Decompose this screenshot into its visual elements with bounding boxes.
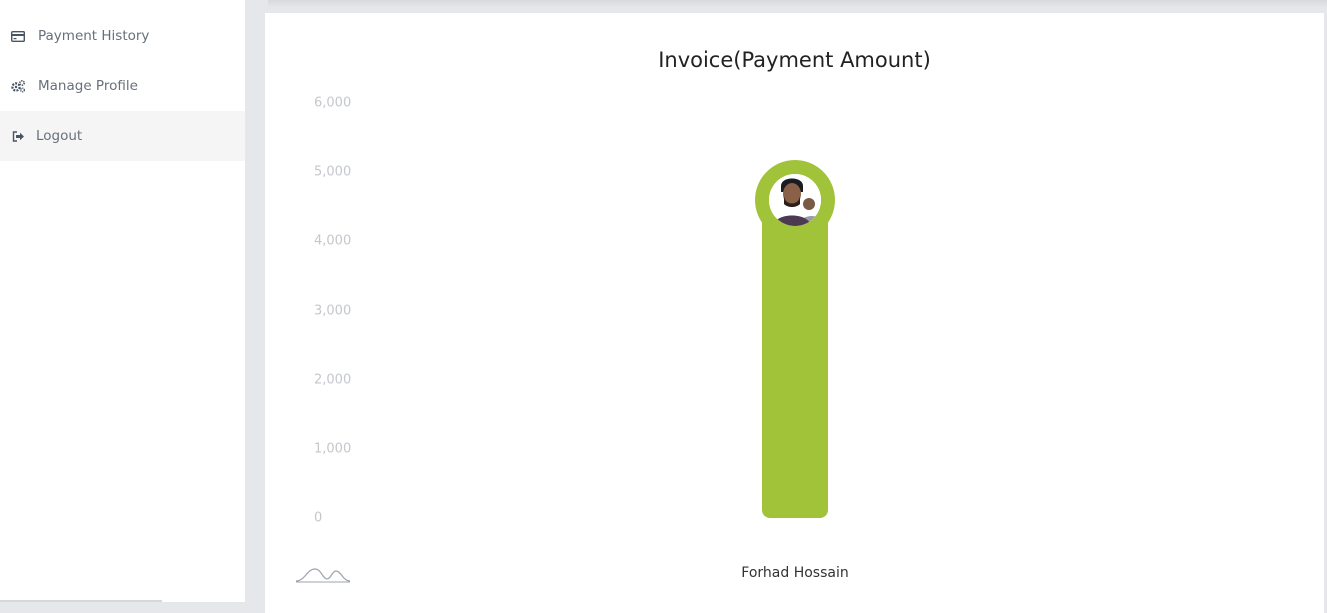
top-card-strip: [268, 0, 1327, 8]
x-tick-label: Forhad Hossain: [741, 565, 849, 581]
chart-title: Invoice(Payment Amount): [658, 48, 931, 72]
sidebar-item-payment-history[interactable]: Payment History: [0, 11, 245, 61]
sidebar-item-label: Logout: [36, 128, 83, 144]
chart-bar[interactable]: [762, 217, 828, 518]
bar-avatar-marker: [755, 159, 835, 240]
y-tick-label: 5,000: [314, 164, 352, 180]
sidebar-item-manage-profile[interactable]: Manage Profile: [0, 61, 245, 111]
sidebar: Payment History Manage Profile Logout: [0, 0, 245, 602]
chart-card: Invoice(Payment Amount) 6,000 5,000 4,000 3…: [265, 13, 1324, 613]
y-tick-label: 1,000: [314, 441, 352, 457]
sign-out-icon: [10, 128, 26, 144]
y-tick-label: 4,000: [314, 233, 352, 249]
chart-logo-icon: [295, 565, 351, 587]
credit-card-icon: [10, 28, 26, 44]
y-tick-label: 3,000: [314, 303, 352, 318]
avatar: [769, 173, 821, 226]
sidebar-item-logout[interactable]: Logout: [0, 111, 245, 161]
sidebar-item-label: Manage Profile: [38, 78, 138, 94]
y-tick-label: 6,000: [314, 95, 352, 111]
y-tick-label: 0: [314, 510, 323, 526]
gears-icon: [10, 78, 26, 94]
y-tick-label: 2,000: [314, 372, 352, 388]
sidebar-item-label: Payment History: [38, 28, 150, 44]
